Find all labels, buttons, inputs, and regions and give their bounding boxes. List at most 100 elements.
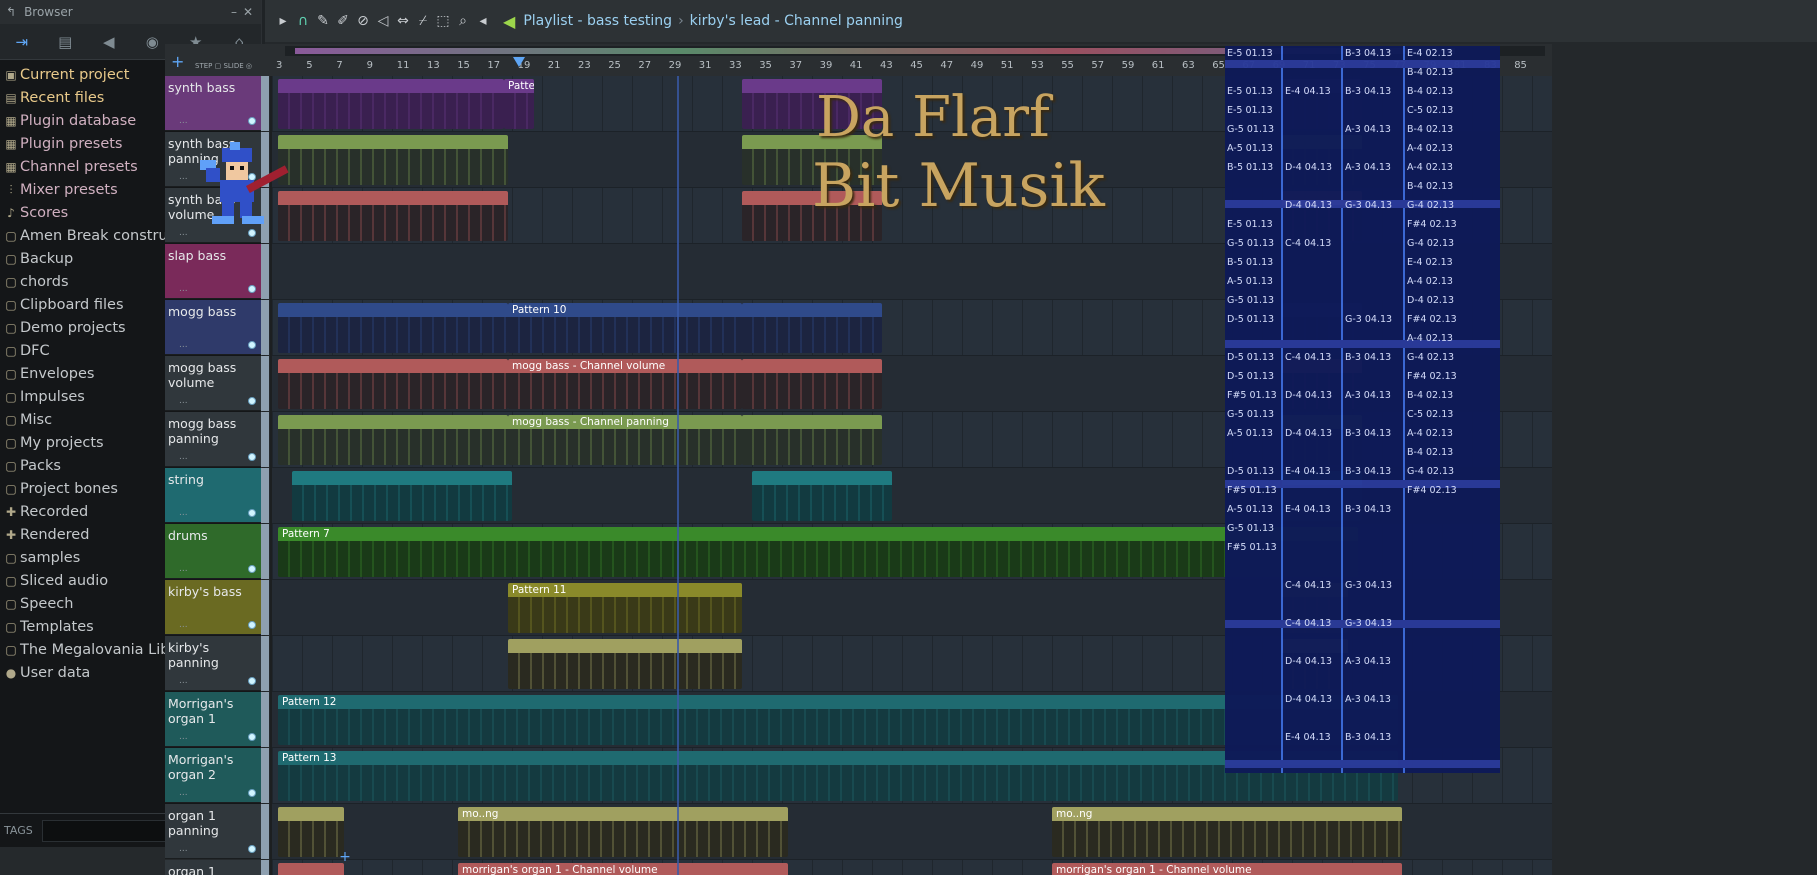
track-enable-led[interactable] bbox=[248, 285, 256, 293]
track-enable-led[interactable] bbox=[248, 397, 256, 405]
playlist-clip[interactable] bbox=[278, 359, 508, 409]
track-mute-strip[interactable] bbox=[261, 524, 269, 579]
track-header[interactable]: organ 1 volume... bbox=[165, 860, 261, 875]
track-options-icon[interactable]: ... bbox=[179, 508, 188, 518]
track-mute-strip[interactable] bbox=[261, 356, 269, 411]
playlist-clip[interactable] bbox=[742, 191, 882, 241]
track-header[interactable]: kirby's panning... bbox=[165, 636, 261, 691]
track-options-icon[interactable]: ... bbox=[179, 228, 188, 238]
playlist-clip[interactable] bbox=[742, 415, 882, 465]
track-options-icon[interactable]: ... bbox=[179, 340, 188, 350]
track-header[interactable]: slap bass... bbox=[165, 244, 261, 299]
track-mute-strip[interactable] bbox=[261, 76, 269, 131]
playlist-clip[interactable] bbox=[742, 303, 882, 353]
delete-icon[interactable]: ⊘ bbox=[353, 13, 373, 29]
track-options-icon[interactable]: ... bbox=[179, 732, 188, 742]
select-icon[interactable]: ⬚ bbox=[433, 13, 453, 29]
playlist-clip[interactable]: Pattern 10 bbox=[508, 303, 742, 353]
playback-icon[interactable]: ◂ bbox=[473, 13, 493, 29]
slice-icon[interactable]: ⌿ bbox=[413, 13, 433, 29]
track-options-icon[interactable]: ... bbox=[179, 620, 188, 630]
playlist-clip[interactable] bbox=[742, 359, 882, 409]
step-slide-toggle[interactable]: STEP ▢ SLIDE ◎ bbox=[195, 62, 252, 70]
track-header[interactable]: Morrigan's organ 2... bbox=[165, 748, 261, 803]
menu-arrow-icon[interactable]: ▸ bbox=[273, 13, 293, 29]
track-enable-led[interactable] bbox=[248, 509, 256, 517]
track-options-icon[interactable]: ... bbox=[179, 452, 188, 462]
add-pattern-icon[interactable]: + bbox=[265, 849, 425, 875]
track-header[interactable]: drums... bbox=[165, 524, 261, 579]
track-enable-led[interactable] bbox=[248, 453, 256, 461]
track-enable-led[interactable] bbox=[248, 677, 256, 685]
track-enable-led[interactable] bbox=[248, 229, 256, 237]
track-mute-strip[interactable] bbox=[261, 300, 269, 355]
playhead-marker[interactable] bbox=[513, 57, 525, 67]
playlist-clip[interactable]: mogg bass - Channel volume bbox=[508, 359, 742, 409]
track-mute-strip[interactable] bbox=[261, 412, 269, 467]
track-enable-led[interactable] bbox=[248, 565, 256, 573]
tab-speaker-icon[interactable]: ◀ bbox=[87, 33, 131, 51]
playlist-clip[interactable] bbox=[278, 303, 508, 353]
close-icon[interactable]: ✕ bbox=[241, 5, 255, 19]
tab-files-icon[interactable]: ▤ bbox=[44, 33, 88, 51]
track-mute-strip[interactable] bbox=[261, 244, 269, 299]
playlist-clip[interactable]: mo..ng bbox=[1052, 807, 1402, 857]
track-options-icon[interactable]: ... bbox=[179, 676, 188, 686]
track-enable-led[interactable] bbox=[248, 621, 256, 629]
playlist-clip[interactable]: morrigan's organ 1 - Channel volume bbox=[1052, 863, 1402, 875]
playlist-clip[interactable] bbox=[278, 135, 508, 185]
playlist-clip[interactable] bbox=[278, 415, 508, 465]
playlist-clip[interactable]: Pattern 11 bbox=[508, 583, 742, 633]
track-enable-led[interactable] bbox=[248, 733, 256, 741]
paint-icon[interactable]: ✐ bbox=[333, 13, 353, 29]
playlist-clip[interactable]: Pattern 8 bbox=[504, 79, 534, 129]
magnet-icon[interactable]: ∩ bbox=[293, 13, 313, 29]
zoom-icon[interactable]: ⌕ bbox=[453, 13, 473, 29]
speaker-icon[interactable]: ◀ bbox=[503, 12, 515, 31]
playlist-clip[interactable]: mogg bass - Channel panning bbox=[508, 415, 742, 465]
playlist-clip[interactable] bbox=[292, 471, 512, 521]
playlist-clip[interactable] bbox=[742, 135, 882, 185]
track-header[interactable]: kirby's bass... bbox=[165, 580, 261, 635]
minimize-icon[interactable]: – bbox=[227, 5, 241, 19]
playlist-clip[interactable]: mo..ng bbox=[458, 807, 788, 857]
draw-icon[interactable]: ✎ bbox=[313, 13, 333, 29]
playlist-clip[interactable] bbox=[278, 191, 508, 241]
back-arrow-icon[interactable]: ↰ bbox=[6, 5, 16, 19]
track-enable-led[interactable] bbox=[248, 117, 256, 125]
track-mute-strip[interactable] bbox=[261, 748, 269, 803]
track-header[interactable]: mogg bass volume... bbox=[165, 356, 261, 411]
tab-all-icon[interactable]: ⇥ bbox=[0, 33, 44, 51]
playlist-clip[interactable] bbox=[742, 79, 882, 129]
track-options-icon[interactable]: ... bbox=[179, 396, 188, 406]
track-header[interactable]: synth bass... bbox=[165, 76, 261, 131]
playlist-clip[interactable] bbox=[508, 639, 742, 689]
breadcrumb-channel[interactable]: kirby's lead - Channel panning bbox=[690, 13, 903, 29]
track-mute-strip[interactable] bbox=[261, 692, 269, 747]
track-options-icon[interactable]: ... bbox=[179, 116, 188, 126]
track-enable-led[interactable] bbox=[248, 341, 256, 349]
track-options-icon[interactable]: ... bbox=[179, 564, 188, 574]
track-options-icon[interactable]: ... bbox=[179, 844, 188, 854]
playlist-clip[interactable] bbox=[752, 471, 892, 521]
track-header[interactable]: mogg bass... bbox=[165, 300, 261, 355]
track-header[interactable]: organ 1 panning... bbox=[165, 804, 261, 859]
breadcrumb-playlist[interactable]: Playlist - bass testing bbox=[523, 13, 672, 29]
playlist-clip[interactable]: morrigan's organ 1 - Channel volume bbox=[458, 863, 788, 875]
track-options-icon[interactable]: ... bbox=[179, 284, 188, 294]
track-options-icon[interactable]: ... bbox=[179, 172, 188, 182]
slip-icon[interactable]: ⇔ bbox=[393, 13, 413, 29]
track-header[interactable]: mogg bass panning... bbox=[165, 412, 261, 467]
track-enable-led[interactable] bbox=[248, 845, 256, 853]
track-mute-strip[interactable] bbox=[261, 636, 269, 691]
playlist-clip[interactable]: Pattern 7 bbox=[278, 527, 1358, 577]
mute-icon[interactable]: ◁ bbox=[373, 13, 393, 29]
add-track-icon[interactable]: + bbox=[171, 52, 184, 71]
track-mute-strip[interactable] bbox=[261, 580, 269, 635]
track-options-icon[interactable]: ... bbox=[179, 788, 188, 798]
track-mute-strip[interactable] bbox=[261, 468, 269, 523]
browser-titlebar[interactable]: ↰ Browser – ✕ bbox=[0, 0, 261, 24]
track-enable-led[interactable] bbox=[248, 789, 256, 797]
playlist-clip[interactable] bbox=[278, 79, 504, 129]
track-header[interactable]: Morrigan's organ 1... bbox=[165, 692, 261, 747]
